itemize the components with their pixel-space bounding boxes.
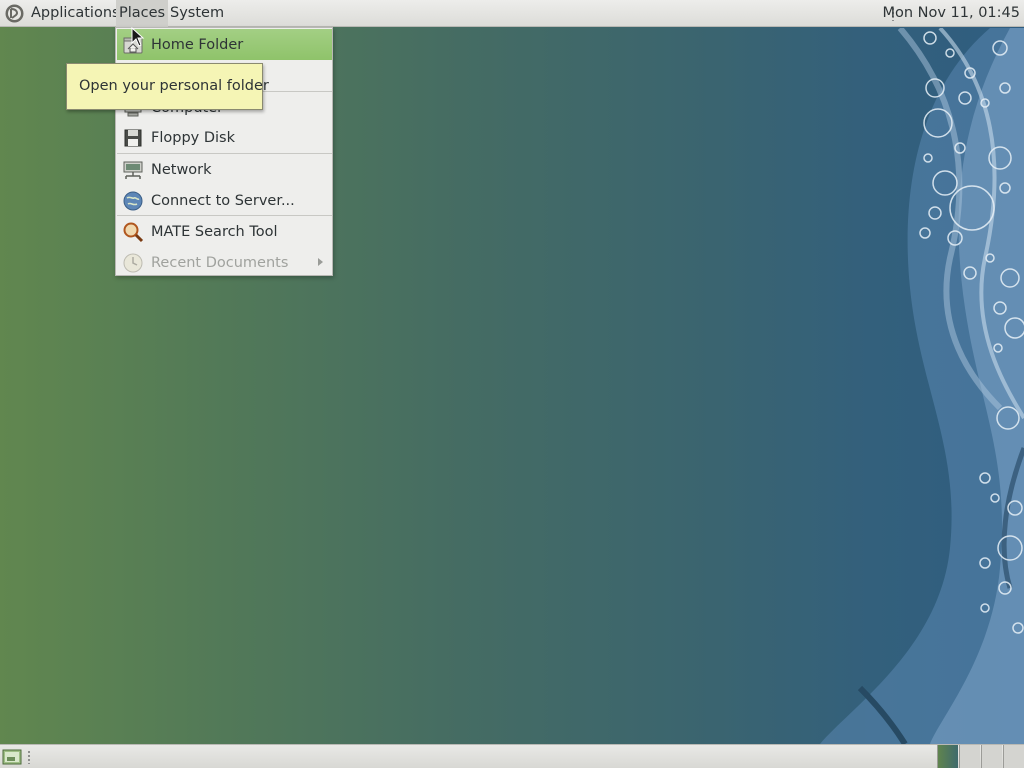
workspace-4[interactable] — [1003, 745, 1024, 768]
places-menu-button[interactable]: Places — [116, 0, 169, 27]
menu-item-label: Recent Documents — [151, 254, 289, 271]
globe-icon — [123, 191, 143, 210]
top-panel: Applications Places System Mon Nov 11, 0… — [0, 0, 1024, 27]
menu-item-network[interactable]: Network — [117, 154, 332, 185]
menu-item-label: Floppy Disk — [151, 129, 235, 146]
network-icon — [123, 161, 143, 179]
workspace-2[interactable] — [959, 745, 980, 768]
panel-drag-handle[interactable] — [27, 750, 31, 764]
menu-item-label: MATE Search Tool — [151, 223, 278, 240]
menu-item-label: Network — [151, 161, 212, 178]
mate-logo-icon[interactable] — [4, 3, 25, 24]
menu-item-recent-documents[interactable]: Recent Documents — [117, 247, 332, 278]
workspace-3[interactable] — [981, 745, 1002, 768]
clock[interactable]: Mon Nov 11, 01:45 — [882, 0, 1020, 27]
clock-icon — [123, 253, 143, 272]
submenu-arrow-icon — [318, 258, 323, 266]
menu-item-mate-search-tool[interactable]: MATE Search Tool — [117, 216, 332, 247]
wallpaper-wave-art — [820, 28, 1024, 744]
workspace-1[interactable] — [937, 745, 958, 768]
menu-item-label: Connect to Server... — [151, 192, 295, 209]
mouse-cursor-icon — [131, 27, 145, 47]
show-desktop-icon[interactable] — [2, 748, 22, 766]
bottom-panel — [0, 744, 1024, 768]
tooltip: Open your personal folder — [66, 63, 269, 110]
menu-item-home-folder[interactable]: Home Folder — [117, 29, 332, 60]
menu-item-label: Home Folder — [151, 36, 244, 53]
menu-item-connect-to-server[interactable]: Connect to Server... — [117, 185, 332, 216]
search-icon — [123, 222, 144, 242]
system-menu[interactable]: System — [167, 0, 227, 27]
menu-item-floppy-disk[interactable]: Floppy Disk — [117, 122, 332, 153]
applications-menu[interactable]: Applications — [28, 0, 123, 27]
floppy-disk-icon — [124, 129, 142, 146]
